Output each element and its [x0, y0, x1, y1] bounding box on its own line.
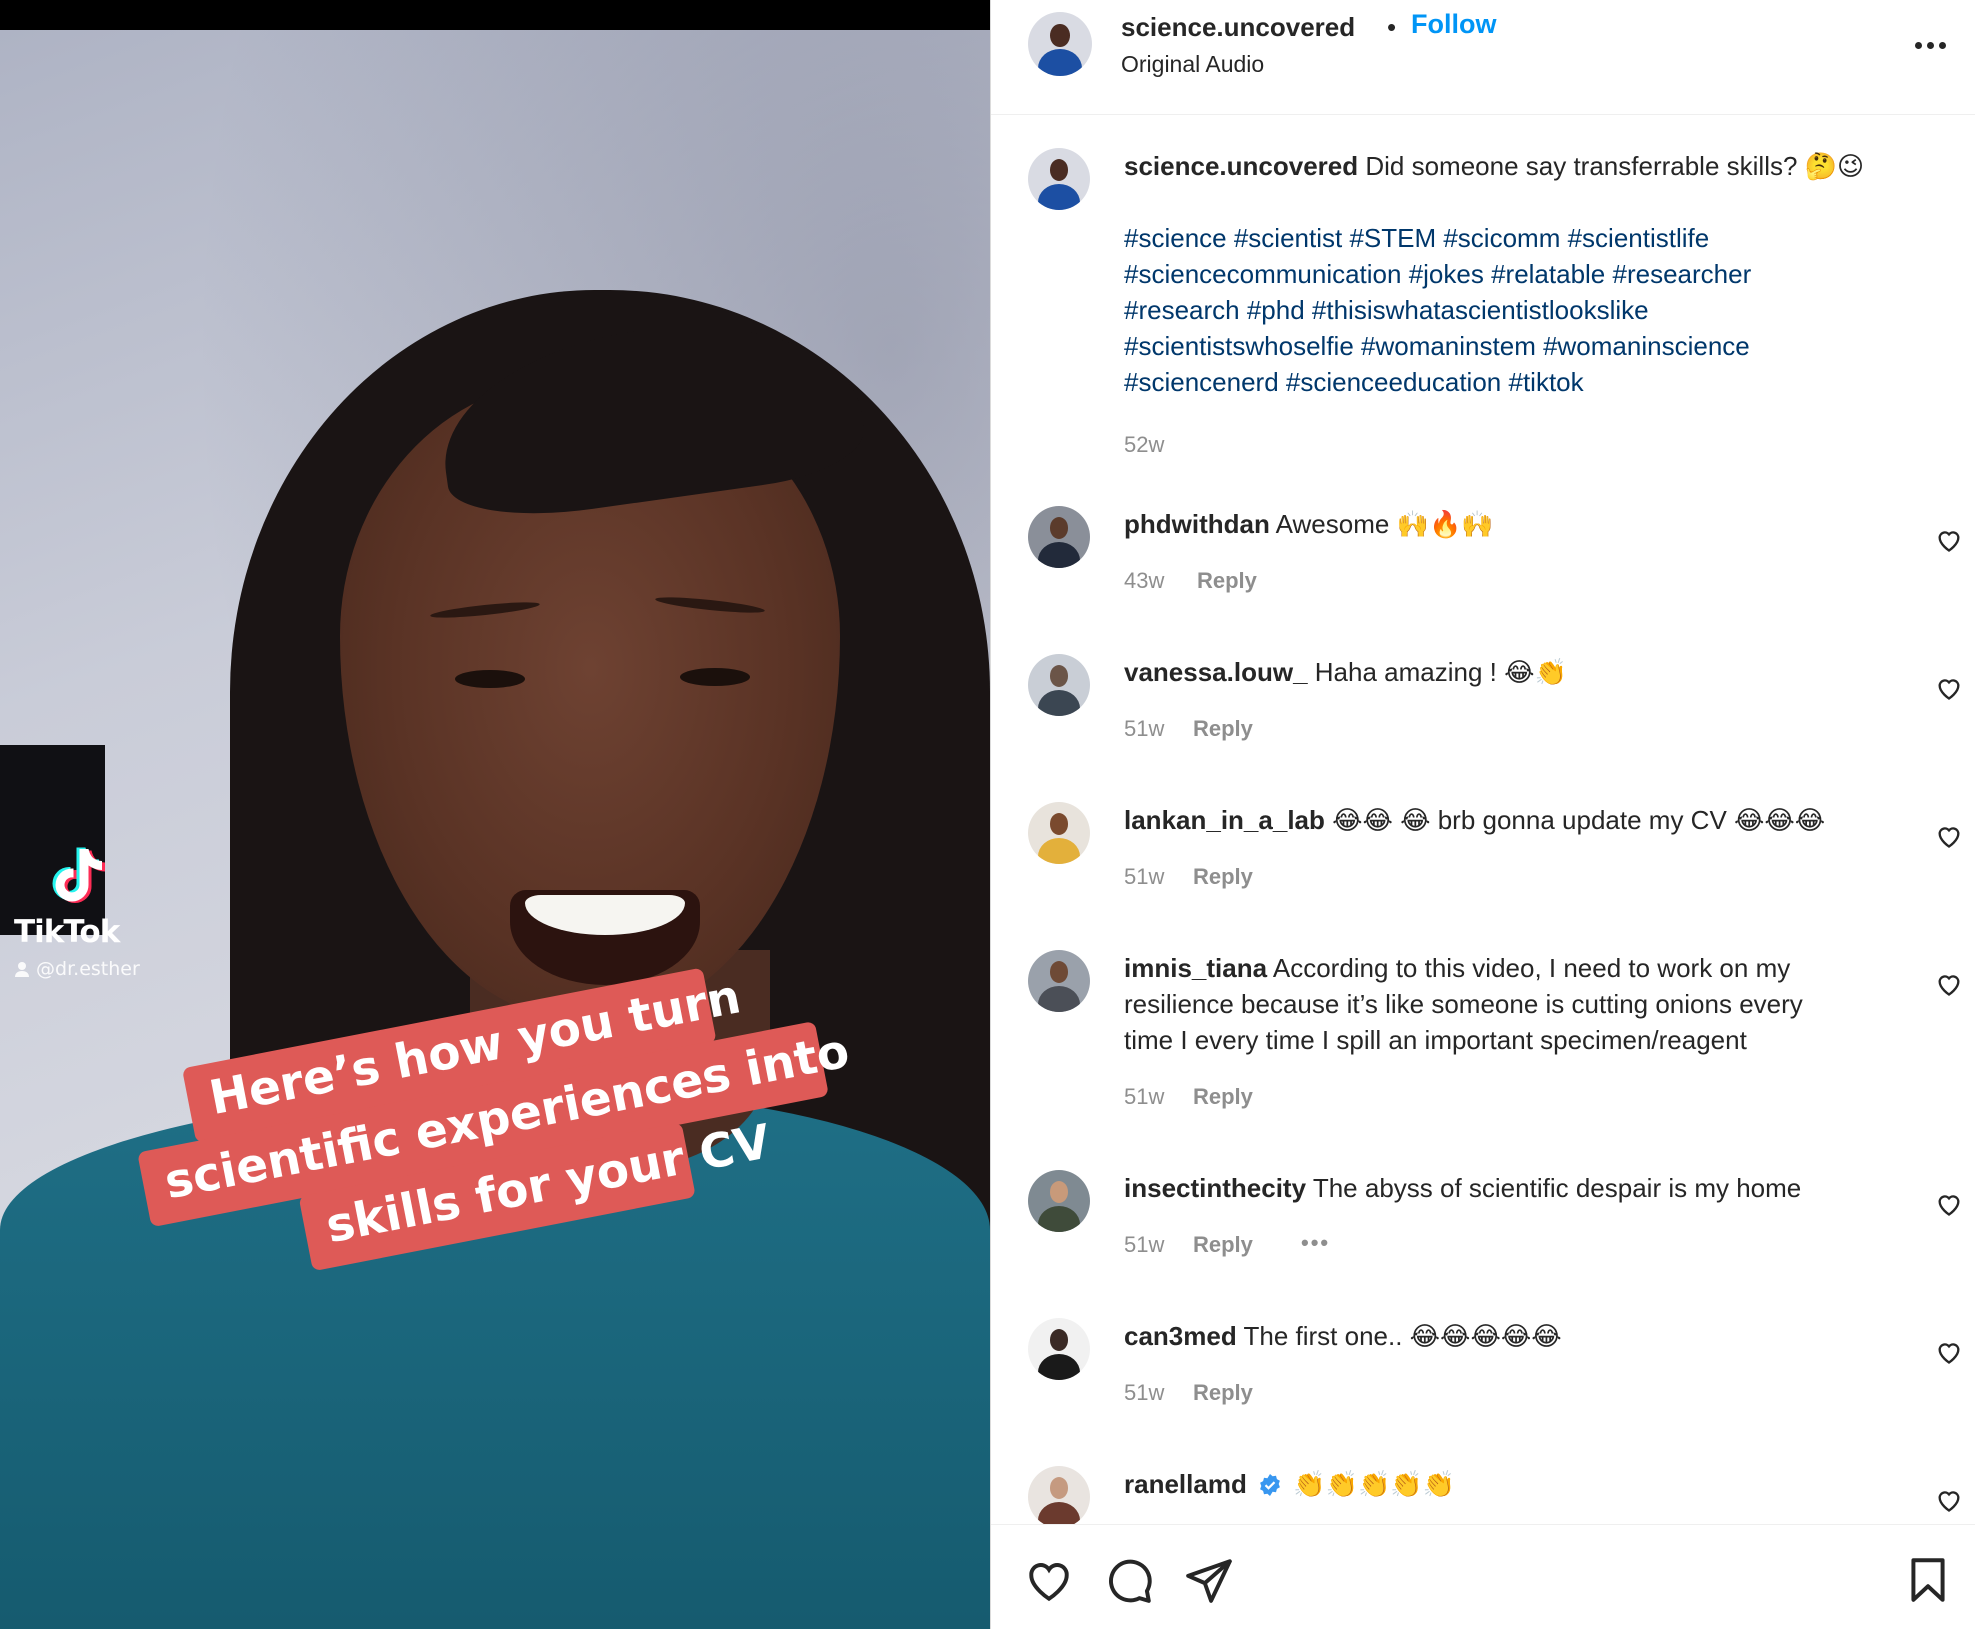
comment-text: Haha amazing ! 😂👏 — [1314, 657, 1567, 687]
heart-icon[interactable] — [1935, 674, 1963, 702]
comment-text: 👏👏👏👏👏 — [1293, 1469, 1456, 1499]
comment-age[interactable]: 51w — [1124, 716, 1164, 742]
video-top-bar — [0, 0, 990, 30]
person-icon — [15, 962, 29, 977]
comment-icon[interactable] — [1104, 1555, 1154, 1605]
heart-icon[interactable] — [1935, 1338, 1963, 1366]
comment-text: The abyss of scientific despair is my ho… — [1312, 1173, 1802, 1203]
hashtags: #science #scientist #STEM #scicomm #scie… — [1124, 220, 1944, 400]
video-player[interactable]: TikTok @dr.esther Here’s how you turn sc… — [0, 0, 990, 1629]
comment-age[interactable]: 51w — [1124, 1380, 1164, 1406]
comment-text: 😂😂 😂 brb gonna update my CV 😂😂😂 — [1332, 805, 1826, 835]
comment-username[interactable]: vanessa.louw_ — [1124, 657, 1308, 687]
comment-age[interactable]: 43w — [1124, 568, 1164, 594]
post-side-panel: science.uncovered • Follow Original Audi… — [990, 0, 1975, 1629]
comment-username[interactable]: phdwithdan — [1124, 509, 1270, 539]
hashtag-line[interactable]: #research #phd #thisiswhatascientistlook… — [1124, 292, 1944, 328]
post-action-bar — [991, 1524, 1975, 1629]
avatar[interactable] — [1028, 654, 1090, 716]
reply-button[interactable]: Reply — [1197, 568, 1257, 594]
comment-item: lankan_in_a_lab 😂😂 😂 brb gonna update my… — [991, 802, 1975, 942]
tiktok-logo-icon — [52, 847, 105, 903]
heart-icon[interactable] — [1935, 822, 1963, 850]
hashtag-line[interactable]: #sciencecommunication #jokes #relatable … — [1124, 256, 1944, 292]
more-icon[interactable] — [1911, 30, 1951, 60]
heart-icon[interactable] — [1935, 970, 1963, 998]
caption-text: Did someone say transferrable skills? 🤔😉 — [1365, 151, 1865, 181]
comment-username[interactable]: imnis_tiana — [1124, 953, 1267, 983]
avatar[interactable] — [1028, 1466, 1090, 1524]
share-icon[interactable] — [1184, 1555, 1234, 1605]
comment-text-line: resilience because it’s like someone is … — [1124, 989, 1803, 1019]
heart-icon[interactable] — [1935, 1190, 1963, 1218]
separator-dot: • — [1387, 12, 1397, 42]
comment-text-line: time I every time I spill an important s… — [1124, 1025, 1747, 1055]
avatar[interactable] — [1028, 1170, 1090, 1232]
reply-button[interactable]: Reply — [1193, 864, 1253, 890]
bookmark-icon[interactable] — [1903, 1555, 1953, 1605]
heart-icon[interactable] — [1935, 526, 1963, 554]
reply-button[interactable]: Reply — [1193, 1380, 1253, 1406]
reply-button[interactable]: Reply — [1193, 716, 1253, 742]
reply-button[interactable]: Reply — [1193, 1084, 1253, 1110]
tiktok-brand: TikTok — [14, 914, 120, 950]
reply-button[interactable]: Reply — [1193, 1232, 1253, 1258]
comment-age[interactable]: 51w — [1124, 1084, 1164, 1110]
avatar[interactable] — [1028, 802, 1090, 864]
comment-more-button[interactable]: ••• — [1301, 1230, 1330, 1256]
comment-username[interactable]: lankan_in_a_lab — [1124, 805, 1325, 835]
avatar[interactable] — [1028, 506, 1090, 568]
post-age[interactable]: 52w — [1124, 432, 1164, 458]
comment-text: Awesome 🙌🔥🙌 — [1275, 509, 1494, 539]
comment-text: The first one.. 😂😂😂😂😂 — [1243, 1321, 1562, 1351]
caption-username[interactable]: science.uncovered — [1124, 151, 1358, 181]
heart-icon[interactable] — [1935, 1486, 1963, 1514]
person-eye — [455, 670, 525, 688]
comments-list[interactable]: science.uncovered Did someone say transf… — [991, 116, 1975, 1524]
hashtag-line[interactable]: #scientistswhoselfie #womaninstem #woman… — [1124, 328, 1944, 364]
avatar[interactable] — [1028, 950, 1090, 1012]
avatar[interactable] — [1028, 12, 1092, 76]
verified-icon — [1260, 1474, 1280, 1496]
avatar[interactable] — [1028, 148, 1090, 210]
avatar[interactable] — [1028, 1318, 1090, 1380]
hashtag-line[interactable]: #science #scientist #STEM #scicomm #scie… — [1124, 220, 1944, 256]
person-eye — [680, 668, 750, 686]
tiktok-handle: @dr.esther — [14, 958, 140, 980]
comment-item: can3med The first one.. 😂😂😂😂😂 51w Reply — [991, 1318, 1975, 1458]
comment-username[interactable]: insectinthecity — [1124, 1173, 1306, 1203]
comment-item: ranellamd 👏👏👏👏👏 — [991, 1466, 1975, 1524]
comment-username[interactable]: can3med — [1124, 1321, 1237, 1351]
post-header: science.uncovered • Follow Original Audi… — [991, 0, 1975, 115]
header-username[interactable]: science.uncovered — [1121, 12, 1355, 43]
comment-item: vanessa.louw_ Haha amazing ! 😂👏 51w Repl… — [991, 654, 1975, 794]
comment-item: phdwithdan Awesome 🙌🔥🙌 43w Reply — [991, 506, 1975, 646]
hashtag-line[interactable]: #sciencenerd #scienceeducation #tiktok — [1124, 364, 1944, 400]
follow-button[interactable]: Follow — [1411, 9, 1496, 40]
comment-username[interactable]: ranellamd — [1124, 1469, 1247, 1499]
post-caption: science.uncovered Did someone say transf… — [991, 116, 1975, 476]
comment-item: imnis_tiana According to this video, I n… — [991, 950, 1975, 1160]
comment-age[interactable]: 51w — [1124, 1232, 1164, 1258]
heart-icon[interactable] — [1024, 1555, 1074, 1605]
comment-age[interactable]: 51w — [1124, 864, 1164, 890]
comment-text-line: According to this video, I need to work … — [1272, 953, 1791, 983]
audio-label[interactable]: Original Audio — [1121, 51, 1264, 78]
comment-item: insectinthecity The abyss of scientific … — [991, 1170, 1975, 1310]
